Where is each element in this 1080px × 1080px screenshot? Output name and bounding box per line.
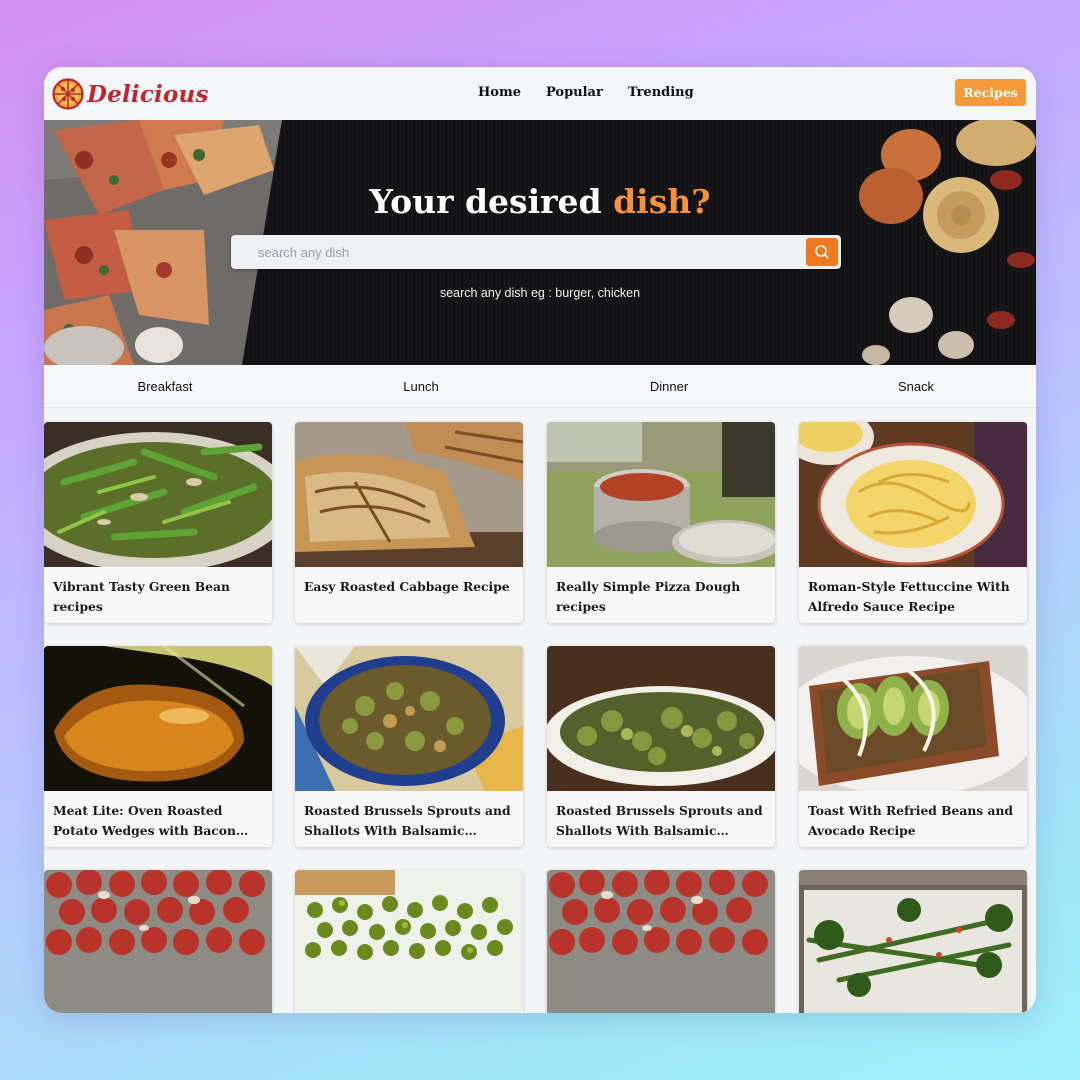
recipe-title: Roasted Brussels Sprouts and Shallots Wi…	[556, 803, 763, 838]
recipe-card[interactable]: Roasted Brussels Sprouts and Shallots Wi…	[547, 646, 775, 847]
app-window: Delicious Home Popular Trending Recipes	[44, 67, 1036, 1013]
recipe-title: Toast With Refried Beans and Avocado Rec…	[808, 803, 1013, 838]
category-tab-lunch[interactable]: Lunch	[403, 379, 438, 394]
recipe-image-green-beans	[44, 422, 272, 567]
recipe-card[interactable]	[799, 870, 1027, 1013]
nav-link-popular[interactable]: Popular	[546, 85, 603, 100]
category-tab-snack[interactable]: Snack	[898, 379, 934, 394]
recipes-button[interactable]: Recipes	[955, 79, 1026, 106]
recipe-image-roasted-tomatoes	[547, 870, 775, 1013]
recipe-title: Roasted Brussels Sprouts and Shallots Wi…	[304, 803, 511, 838]
recipe-card[interactable]: Easy Roasted Cabbage Recipe	[295, 422, 523, 623]
search-hint: search any dish eg : burger, chicken	[439, 286, 641, 300]
nav-link-trending[interactable]: Trending	[628, 85, 694, 100]
recipe-card[interactable]	[44, 870, 272, 1013]
recipe-card[interactable]: Meat Lite: Oven Roasted Potato Wedges wi…	[44, 646, 272, 847]
category-tab-breakfast[interactable]: Breakfast	[138, 379, 193, 394]
recipe-title: Vibrant Tasty Green Bean recipes	[53, 579, 230, 614]
recipe-title: Meat Lite: Oven Roasted Potato Wedges wi…	[53, 803, 236, 838]
hero-banner: Your desired dish? search any dish eg : …	[44, 120, 1036, 365]
eggs-pasta-image	[859, 120, 1036, 365]
search-icon	[815, 245, 829, 259]
recipe-title: Roman-Style Fettuccine With Alfredo Sauc…	[808, 579, 1010, 614]
recipe-card[interactable]	[295, 870, 523, 1013]
recipe-image-pizza-dough	[547, 422, 775, 567]
hero-title: Your desired dish?	[44, 182, 1036, 221]
search-input[interactable]	[231, 235, 806, 269]
category-tab-dinner[interactable]: Dinner	[650, 379, 688, 394]
hero-title-accent: dish?	[613, 182, 711, 221]
nav-links: Home Popular Trending	[478, 85, 694, 100]
recipe-image-brussels-sprouts-plate	[295, 646, 523, 791]
brand-name: Delicious	[87, 80, 209, 108]
recipe-card[interactable]: Vibrant Tasty Green Bean recipes	[44, 422, 272, 623]
recipe-title: Really Simple Pizza Dough recipes	[556, 579, 741, 614]
navbar: Delicious Home Popular Trending Recipes	[44, 67, 1036, 120]
recipe-image-green-peas	[295, 870, 523, 1013]
hero-title-main: Your desired	[369, 182, 614, 221]
recipe-image-brussels-sprouts-dish	[547, 646, 775, 791]
search-bar	[231, 235, 841, 269]
recipe-image-roasted-tomatoes	[44, 870, 272, 1013]
nav-link-home[interactable]: Home	[478, 85, 521, 100]
category-bar: Breakfast Lunch Dinner Snack	[44, 365, 1036, 408]
pizza-icon	[52, 78, 84, 110]
recipe-title: Easy Roasted Cabbage Recipe	[304, 579, 510, 594]
recipe-card[interactable]	[547, 870, 775, 1013]
recipe-card[interactable]: Really Simple Pizza Dough recipes	[547, 422, 775, 623]
recipe-image-avocado-toast	[799, 646, 1027, 791]
recipe-grid: Vibrant Tasty Green Bean recipes Easy Ro…	[44, 422, 1036, 1013]
brand[interactable]: Delicious	[52, 78, 209, 110]
recipe-card[interactable]: Roasted Brussels Sprouts and Shallots Wi…	[295, 646, 523, 847]
search-button[interactable]	[806, 238, 838, 266]
recipe-image-fettuccine	[799, 422, 1027, 567]
recipe-image-broccolini	[799, 870, 1027, 1013]
recipe-image-bacon-grease	[44, 646, 272, 791]
recipe-image-roasted-cabbage	[295, 422, 523, 567]
recipe-card[interactable]: Roman-Style Fettuccine With Alfredo Sauc…	[799, 422, 1027, 623]
recipe-card[interactable]: Toast With Refried Beans and Avocado Rec…	[799, 646, 1027, 847]
